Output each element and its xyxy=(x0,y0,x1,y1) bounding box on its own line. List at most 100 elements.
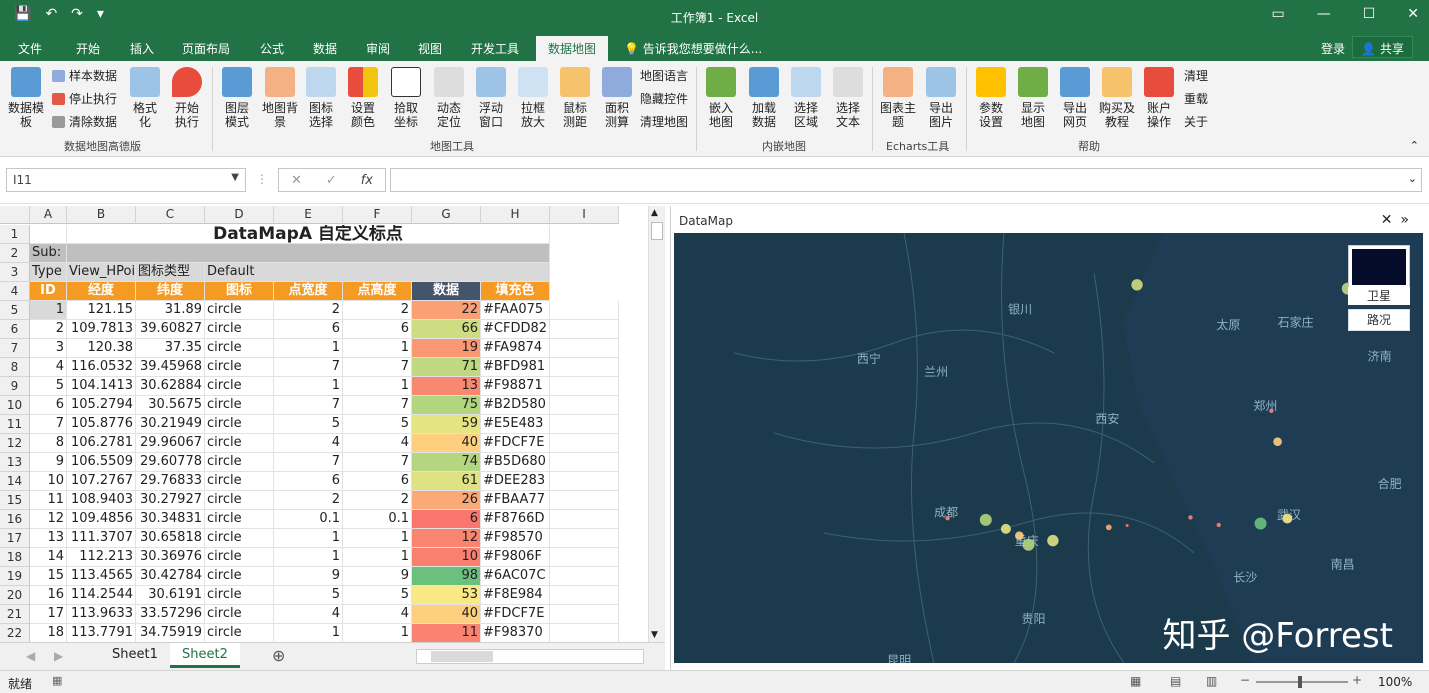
cleanup-button[interactable]: 清理 xyxy=(1184,69,1208,83)
cell[interactable]: #CFDD82 xyxy=(481,320,550,339)
map-background-button[interactable]: 地图背景 xyxy=(260,67,300,129)
prev-sheet-icon[interactable]: ◀ xyxy=(26,649,35,663)
cell[interactable]: 4 xyxy=(30,358,67,377)
column-header[interactable]: B xyxy=(67,206,136,224)
zoom-slider[interactable] xyxy=(1256,676,1348,688)
column-header[interactable]: E xyxy=(274,206,343,224)
export-image-button[interactable]: 导出图片 xyxy=(924,67,958,129)
expand-formula-icon[interactable]: ⌄ xyxy=(1408,172,1417,185)
traffic-button[interactable]: 路况 xyxy=(1348,309,1410,331)
cell[interactable]: 30.21949 xyxy=(136,415,205,434)
cell[interactable]: circle xyxy=(205,377,274,396)
column-header[interactable]: F xyxy=(343,206,412,224)
cell[interactable]: 17 xyxy=(30,605,67,624)
cell[interactable]: 30.65818 xyxy=(136,529,205,548)
embed-map-button[interactable]: 嵌入地图 xyxy=(704,67,738,129)
cell[interactable]: 4 xyxy=(343,434,412,453)
cell[interactable] xyxy=(550,548,619,567)
cell[interactable] xyxy=(550,301,619,320)
zoom-slider-thumb[interactable] xyxy=(1298,676,1302,688)
scroll-thumb[interactable] xyxy=(651,222,663,240)
data-point[interactable] xyxy=(1047,534,1059,547)
cell[interactable]: 6 xyxy=(412,510,481,529)
cell[interactable]: circle xyxy=(205,434,274,453)
sample-data-button[interactable]: 样本数据 xyxy=(52,69,117,83)
cell[interactable]: 1 xyxy=(274,529,343,548)
row-header[interactable]: 19 xyxy=(0,567,30,586)
cell[interactable]: 108.9403 xyxy=(67,491,136,510)
cell[interactable]: #E5E483 xyxy=(481,415,550,434)
cell[interactable]: 6 xyxy=(274,472,343,491)
cell[interactable] xyxy=(550,472,619,491)
cell[interactable]: 0.1 xyxy=(274,510,343,529)
show-map-button[interactable]: 显示地图 xyxy=(1016,67,1050,129)
cell[interactable] xyxy=(550,624,619,642)
data-point[interactable] xyxy=(1105,524,1112,531)
satellite-button[interactable] xyxy=(1348,245,1410,289)
row-header[interactable]: 16 xyxy=(0,510,30,529)
cell[interactable] xyxy=(550,491,619,510)
cell[interactable]: circle xyxy=(205,548,274,567)
cell[interactable]: 10 xyxy=(30,472,67,491)
cell[interactable]: 106.5509 xyxy=(67,453,136,472)
cell[interactable]: circle xyxy=(205,605,274,624)
cell[interactable]: Default xyxy=(205,263,550,282)
cell[interactable]: 图标 xyxy=(205,282,274,301)
cell[interactable]: 1 xyxy=(343,529,412,548)
format-button[interactable]: 格式化 xyxy=(128,67,162,129)
cell[interactable] xyxy=(550,396,619,415)
cell[interactable]: 9 xyxy=(343,567,412,586)
cell[interactable]: 120.38 xyxy=(67,339,136,358)
row-header[interactable]: 10 xyxy=(0,396,30,415)
cell[interactable]: 7 xyxy=(30,415,67,434)
cell[interactable]: 5 xyxy=(30,377,67,396)
cell[interactable] xyxy=(550,567,619,586)
column-header[interactable]: C xyxy=(136,206,205,224)
cancel-icon[interactable]: ✕ xyxy=(291,173,302,188)
row-header[interactable]: 21 xyxy=(0,605,30,624)
collapse-ribbon-icon[interactable]: ⌃ xyxy=(1410,139,1419,152)
cell[interactable]: #6AC07C xyxy=(481,567,550,586)
cell[interactable]: 26 xyxy=(412,491,481,510)
cell[interactable]: 2 xyxy=(274,301,343,320)
measure-area-button[interactable]: 面积测算 xyxy=(600,67,634,129)
cell[interactable]: 29.96067 xyxy=(136,434,205,453)
cell[interactable]: circle xyxy=(205,301,274,320)
expand-icon[interactable]: » xyxy=(1400,212,1417,228)
cell[interactable]: 7 xyxy=(274,396,343,415)
tab-developer[interactable]: 开发工具 xyxy=(471,40,519,57)
tab-file[interactable]: 文件 xyxy=(18,40,42,57)
cell[interactable]: 107.2767 xyxy=(67,472,136,491)
cell[interactable]: circle xyxy=(205,567,274,586)
cell[interactable]: 13 xyxy=(412,377,481,396)
login-link[interactable]: 登录 xyxy=(1321,40,1345,57)
buy-tutorial-button[interactable]: 购买及教程 xyxy=(1096,67,1138,129)
cell[interactable]: 71 xyxy=(412,358,481,377)
cell[interactable]: 0.1 xyxy=(343,510,412,529)
cell[interactable]: circle xyxy=(205,624,274,642)
reload-button[interactable]: 重载 xyxy=(1184,92,1208,106)
row-header[interactable]: 8 xyxy=(0,358,30,377)
cell[interactable]: 75 xyxy=(412,396,481,415)
cell[interactable]: 14 xyxy=(30,548,67,567)
row-header[interactable]: 15 xyxy=(0,491,30,510)
cell[interactable]: #F8766D xyxy=(481,510,550,529)
settings-button[interactable]: 参数设置 xyxy=(974,67,1008,129)
macro-icon[interactable]: ▦ xyxy=(52,674,62,687)
cell[interactable]: 113.4565 xyxy=(67,567,136,586)
cell[interactable]: 9 xyxy=(274,567,343,586)
cell[interactable]: 5 xyxy=(274,415,343,434)
cell[interactable]: 1 xyxy=(274,339,343,358)
cell[interactable]: DataMapA 自定义标点 xyxy=(67,225,550,244)
normal-view-icon[interactable]: ▦ xyxy=(1130,674,1141,688)
cell[interactable]: 7 xyxy=(343,453,412,472)
cell[interactable]: 1 xyxy=(30,301,67,320)
select-all-corner[interactable] xyxy=(0,206,30,224)
minimize-icon[interactable]: — xyxy=(1317,6,1331,22)
zoom-in-icon[interactable]: + xyxy=(1352,673,1362,687)
cell[interactable]: 点宽度 xyxy=(274,282,343,301)
cell[interactable]: #F98370 xyxy=(481,624,550,642)
row-header[interactable]: 3 xyxy=(0,263,30,282)
cell[interactable]: 18 xyxy=(30,624,67,642)
horizontal-scrollbar[interactable] xyxy=(416,649,644,664)
